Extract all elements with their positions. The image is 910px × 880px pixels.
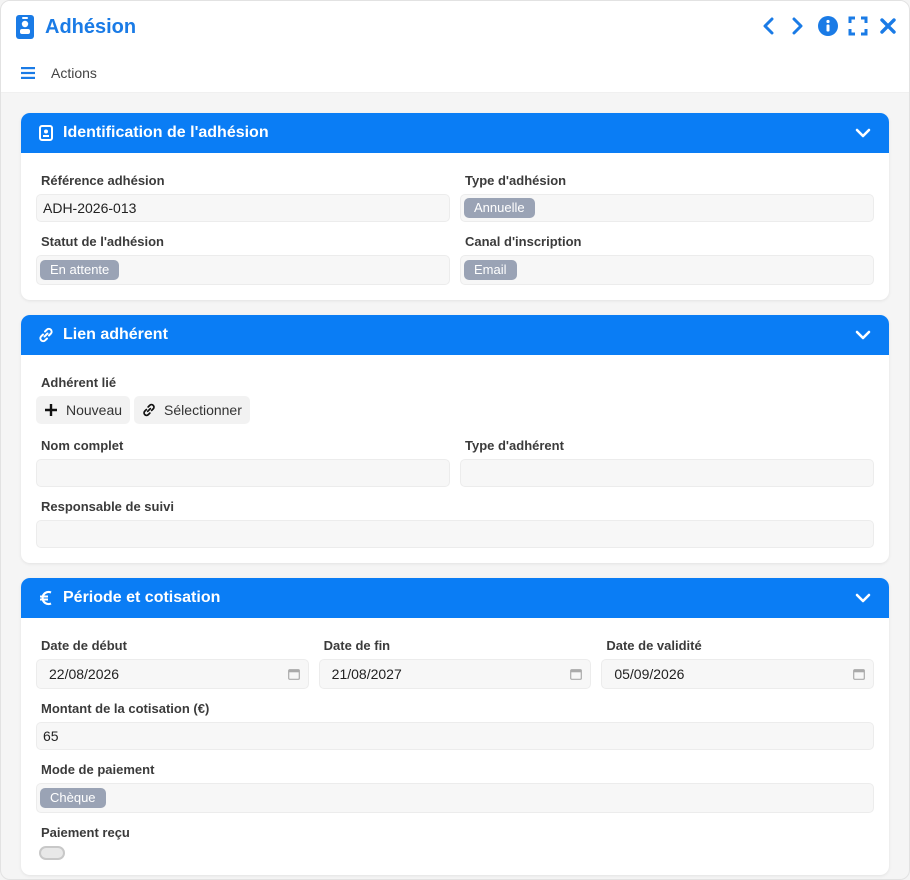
actions-menu[interactable]: Actions <box>51 65 97 81</box>
field-label: Responsable de suivi <box>41 499 174 514</box>
field-label: Date de fin <box>323 638 391 653</box>
select-label: Sélectionner <box>164 402 242 418</box>
panel-title: Identification de l'adhésion <box>63 124 269 141</box>
date-debut-input[interactable]: 22/08/2026 <box>36 659 309 689</box>
calendar-icon[interactable] <box>853 668 865 680</box>
hamburger-menu-icon[interactable] <box>21 66 35 79</box>
panel-periode: Période et cotisation Date de début 22/0… <box>21 578 889 875</box>
date-validite-value: 05/09/2026 <box>614 666 685 682</box>
mode-paiement-select[interactable]: Chèque <box>36 783 874 813</box>
field-label: Type d'adhérent <box>465 438 564 453</box>
reference-input[interactable]: ADH-2026-013 <box>36 194 450 222</box>
chevron-left-icon[interactable] <box>757 15 779 37</box>
select-adherent-button[interactable]: Sélectionner <box>134 396 250 424</box>
euro-icon <box>37 589 55 607</box>
plus-icon <box>44 403 58 417</box>
field-label: Date de début <box>41 638 127 653</box>
panel-header-lien[interactable]: Lien adhérent <box>21 315 889 355</box>
panel-body: Adhérent lié Nouveau Sélectionner Nom co… <box>21 355 889 563</box>
field-label: Adhérent lié <box>41 375 117 390</box>
title-actions <box>757 15 899 37</box>
field-label: Date de validité <box>606 638 702 653</box>
date-debut-value: 22/08/2026 <box>49 666 120 682</box>
field-label: Nom complet <box>41 438 124 453</box>
date-fin-value: 21/08/2027 <box>331 666 402 682</box>
calendar-icon[interactable] <box>287 668 300 680</box>
panel-title: Lien adhérent <box>63 326 168 343</box>
type-badge: Annuelle <box>464 198 535 218</box>
actions-bar: Actions <box>1 53 909 93</box>
type-adherent-input[interactable] <box>460 459 874 487</box>
mode-badge: Chèque <box>40 788 106 808</box>
new-label: Nouveau <box>66 402 123 418</box>
panel-header-periode[interactable]: Période et cotisation <box>21 578 889 618</box>
fullscreen-icon[interactable] <box>847 15 869 37</box>
field-label: Type d'adhésion <box>465 173 567 188</box>
type-adhesion-select[interactable]: Annuelle <box>460 194 874 222</box>
statut-badge: En attente <box>40 260 120 280</box>
link-icon <box>142 403 156 417</box>
panel-body: Date de début 22/08/2026 Date de fin 21/… <box>21 618 889 875</box>
chevron-down-icon[interactable] <box>855 125 871 141</box>
statut-select[interactable]: En attente <box>36 255 450 285</box>
montant-value: 65 <box>43 728 59 744</box>
field-label: Montant de la cotisation (€) <box>41 701 210 716</box>
calendar-icon[interactable] <box>570 668 583 680</box>
nom-complet-input[interactable] <box>36 459 450 487</box>
panel-identification: Identification de l'adhésion Référence a… <box>21 113 889 300</box>
canal-select[interactable]: Email <box>460 255 874 285</box>
window-title: Adhésion <box>45 15 137 38</box>
field-label: Mode de paiement <box>41 762 155 777</box>
canal-badge: Email <box>464 260 517 280</box>
field-label: Paiement reçu <box>41 825 130 840</box>
panel-title: Période et cotisation <box>63 589 221 606</box>
chevron-down-icon[interactable] <box>855 590 871 606</box>
responsable-input[interactable] <box>36 520 874 548</box>
date-validite-input[interactable]: 05/09/2026 <box>601 659 875 689</box>
panel-body: Référence adhésion ADH-2026-013 Type d'a… <box>21 153 889 300</box>
info-icon[interactable] <box>817 15 839 37</box>
field-label: Référence adhésion <box>41 173 165 188</box>
field-label: Statut de l'adhésion <box>41 234 164 249</box>
montant-input[interactable]: 65 <box>36 722 874 750</box>
content: Identification de l'adhésion Référence a… <box>1 93 909 875</box>
link-icon <box>37 326 55 344</box>
field-label: Canal d'inscription <box>465 234 582 249</box>
id-card-icon <box>37 124 55 142</box>
id-badge-icon <box>15 15 35 39</box>
panel-lien-adherent: Lien adhérent Adhérent lié Nouveau Sélec… <box>21 315 889 563</box>
window: Adhésion Actions Identification de l'adh… <box>0 0 910 880</box>
chevron-right-icon[interactable] <box>787 15 809 37</box>
chevron-down-icon[interactable] <box>855 327 871 343</box>
title-bar: Adhésion <box>1 1 909 53</box>
adherent-actions: Nouveau Sélectionner <box>36 396 874 424</box>
reference-value: ADH-2026-013 <box>43 200 137 216</box>
close-icon[interactable] <box>877 15 899 37</box>
date-fin-input[interactable]: 21/08/2027 <box>318 659 592 689</box>
new-adherent-button[interactable]: Nouveau <box>36 396 131 424</box>
paiement-recu-toggle[interactable] <box>39 846 65 860</box>
panel-header-identification[interactable]: Identification de l'adhésion <box>21 113 889 153</box>
